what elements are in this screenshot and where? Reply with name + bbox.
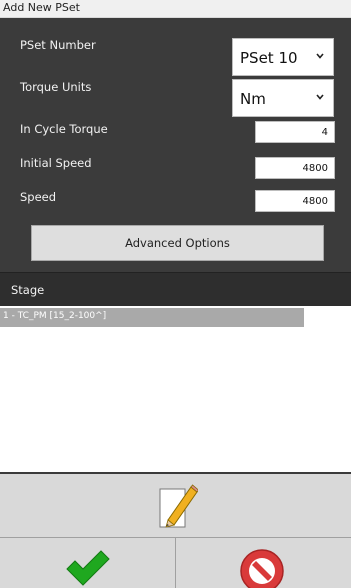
stage-header-label: Stage — [11, 283, 45, 297]
in-cycle-torque-label: In Cycle Torque — [20, 122, 108, 136]
speed-input[interactable]: 4800 — [255, 190, 335, 212]
ok-button[interactable] — [0, 538, 176, 588]
pset-number-select[interactable]: PSet 10 — [232, 38, 334, 76]
torque-units-label: Torque Units — [20, 80, 92, 94]
chevron-down-icon — [316, 94, 324, 100]
torque-units-value: Nm — [240, 90, 266, 108]
initial-speed-input[interactable]: 4800 — [255, 157, 335, 179]
chevron-down-icon — [316, 53, 324, 59]
speed-label: Speed — [20, 190, 57, 204]
action-bar — [0, 472, 351, 588]
stage-item-label: 1 - TC_PM [15_2-100^] — [3, 311, 107, 321]
edit-button[interactable] — [0, 474, 351, 538]
in-cycle-torque-input[interactable]: 4 — [255, 121, 335, 143]
stage-header: Stage — [0, 272, 351, 306]
no-entry-icon — [240, 549, 284, 588]
pset-form: PSet Number PSet 10 Torque Units Nm In C… — [0, 18, 351, 272]
stage-list-item[interactable]: 1 - TC_PM [15_2-100^] — [0, 308, 304, 327]
window-title: Add New PSet — [3, 1, 80, 14]
torque-units-select[interactable]: Nm — [232, 79, 334, 117]
pset-number-label: PSet Number — [20, 38, 96, 52]
cancel-button[interactable] — [176, 538, 351, 588]
title-bar: Add New PSet — [0, 0, 351, 18]
stage-list: 1 - TC_PM [15_2-100^] — [0, 306, 351, 472]
initial-speed-label: Initial Speed — [20, 156, 92, 170]
checkmark-icon — [66, 550, 110, 586]
advanced-options-button[interactable]: Advanced Options — [31, 225, 324, 261]
pencil-icon — [159, 484, 198, 528]
add-pset-window: Add New PSet PSet Number PSet 10 Torque … — [0, 0, 351, 588]
pset-number-value: PSet 10 — [240, 49, 298, 67]
